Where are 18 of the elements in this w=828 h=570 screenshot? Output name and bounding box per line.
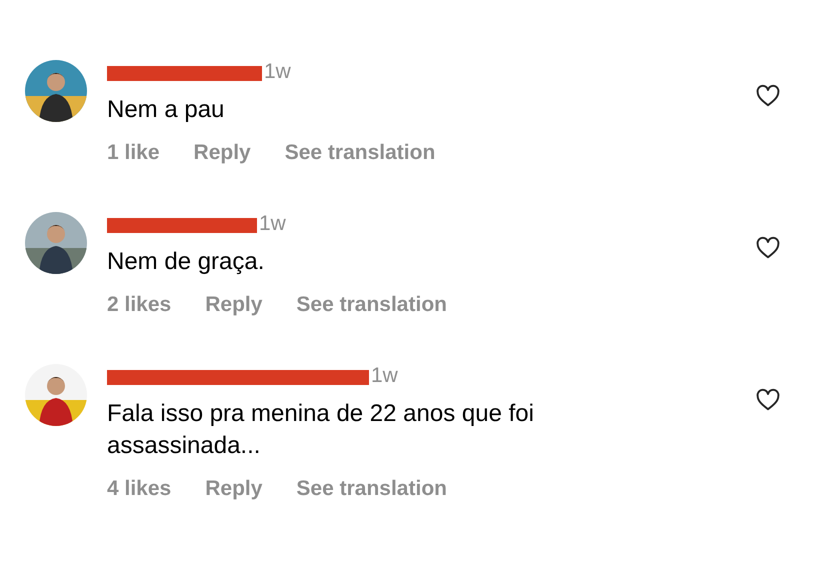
heart-icon[interactable] (755, 387, 781, 413)
like-count[interactable]: 4 likes (107, 476, 172, 502)
translation-link[interactable]: See translation (296, 476, 447, 502)
timestamp: 1w (259, 212, 286, 236)
translation-link[interactable]: See translation (296, 292, 447, 318)
like-count[interactable]: 1 like (107, 140, 160, 166)
reply-link[interactable]: Reply (205, 292, 262, 318)
reply-link[interactable]: Reply (205, 476, 262, 502)
heart-icon[interactable] (755, 83, 781, 109)
heart-icon[interactable] (755, 235, 781, 261)
comment-text: Nem de graça. (107, 247, 266, 277)
comment-text: Nem a pau (107, 95, 226, 125)
like-count[interactable]: 2 likes (107, 292, 172, 318)
reply-link[interactable]: Reply (194, 140, 251, 166)
translation-link[interactable]: See translation (284, 140, 436, 166)
timestamp: 1w (264, 60, 291, 84)
timestamp: 1w (371, 364, 398, 388)
comment-text: Fala isso pra menina de 22 anos que foi assassinada... (107, 399, 535, 461)
